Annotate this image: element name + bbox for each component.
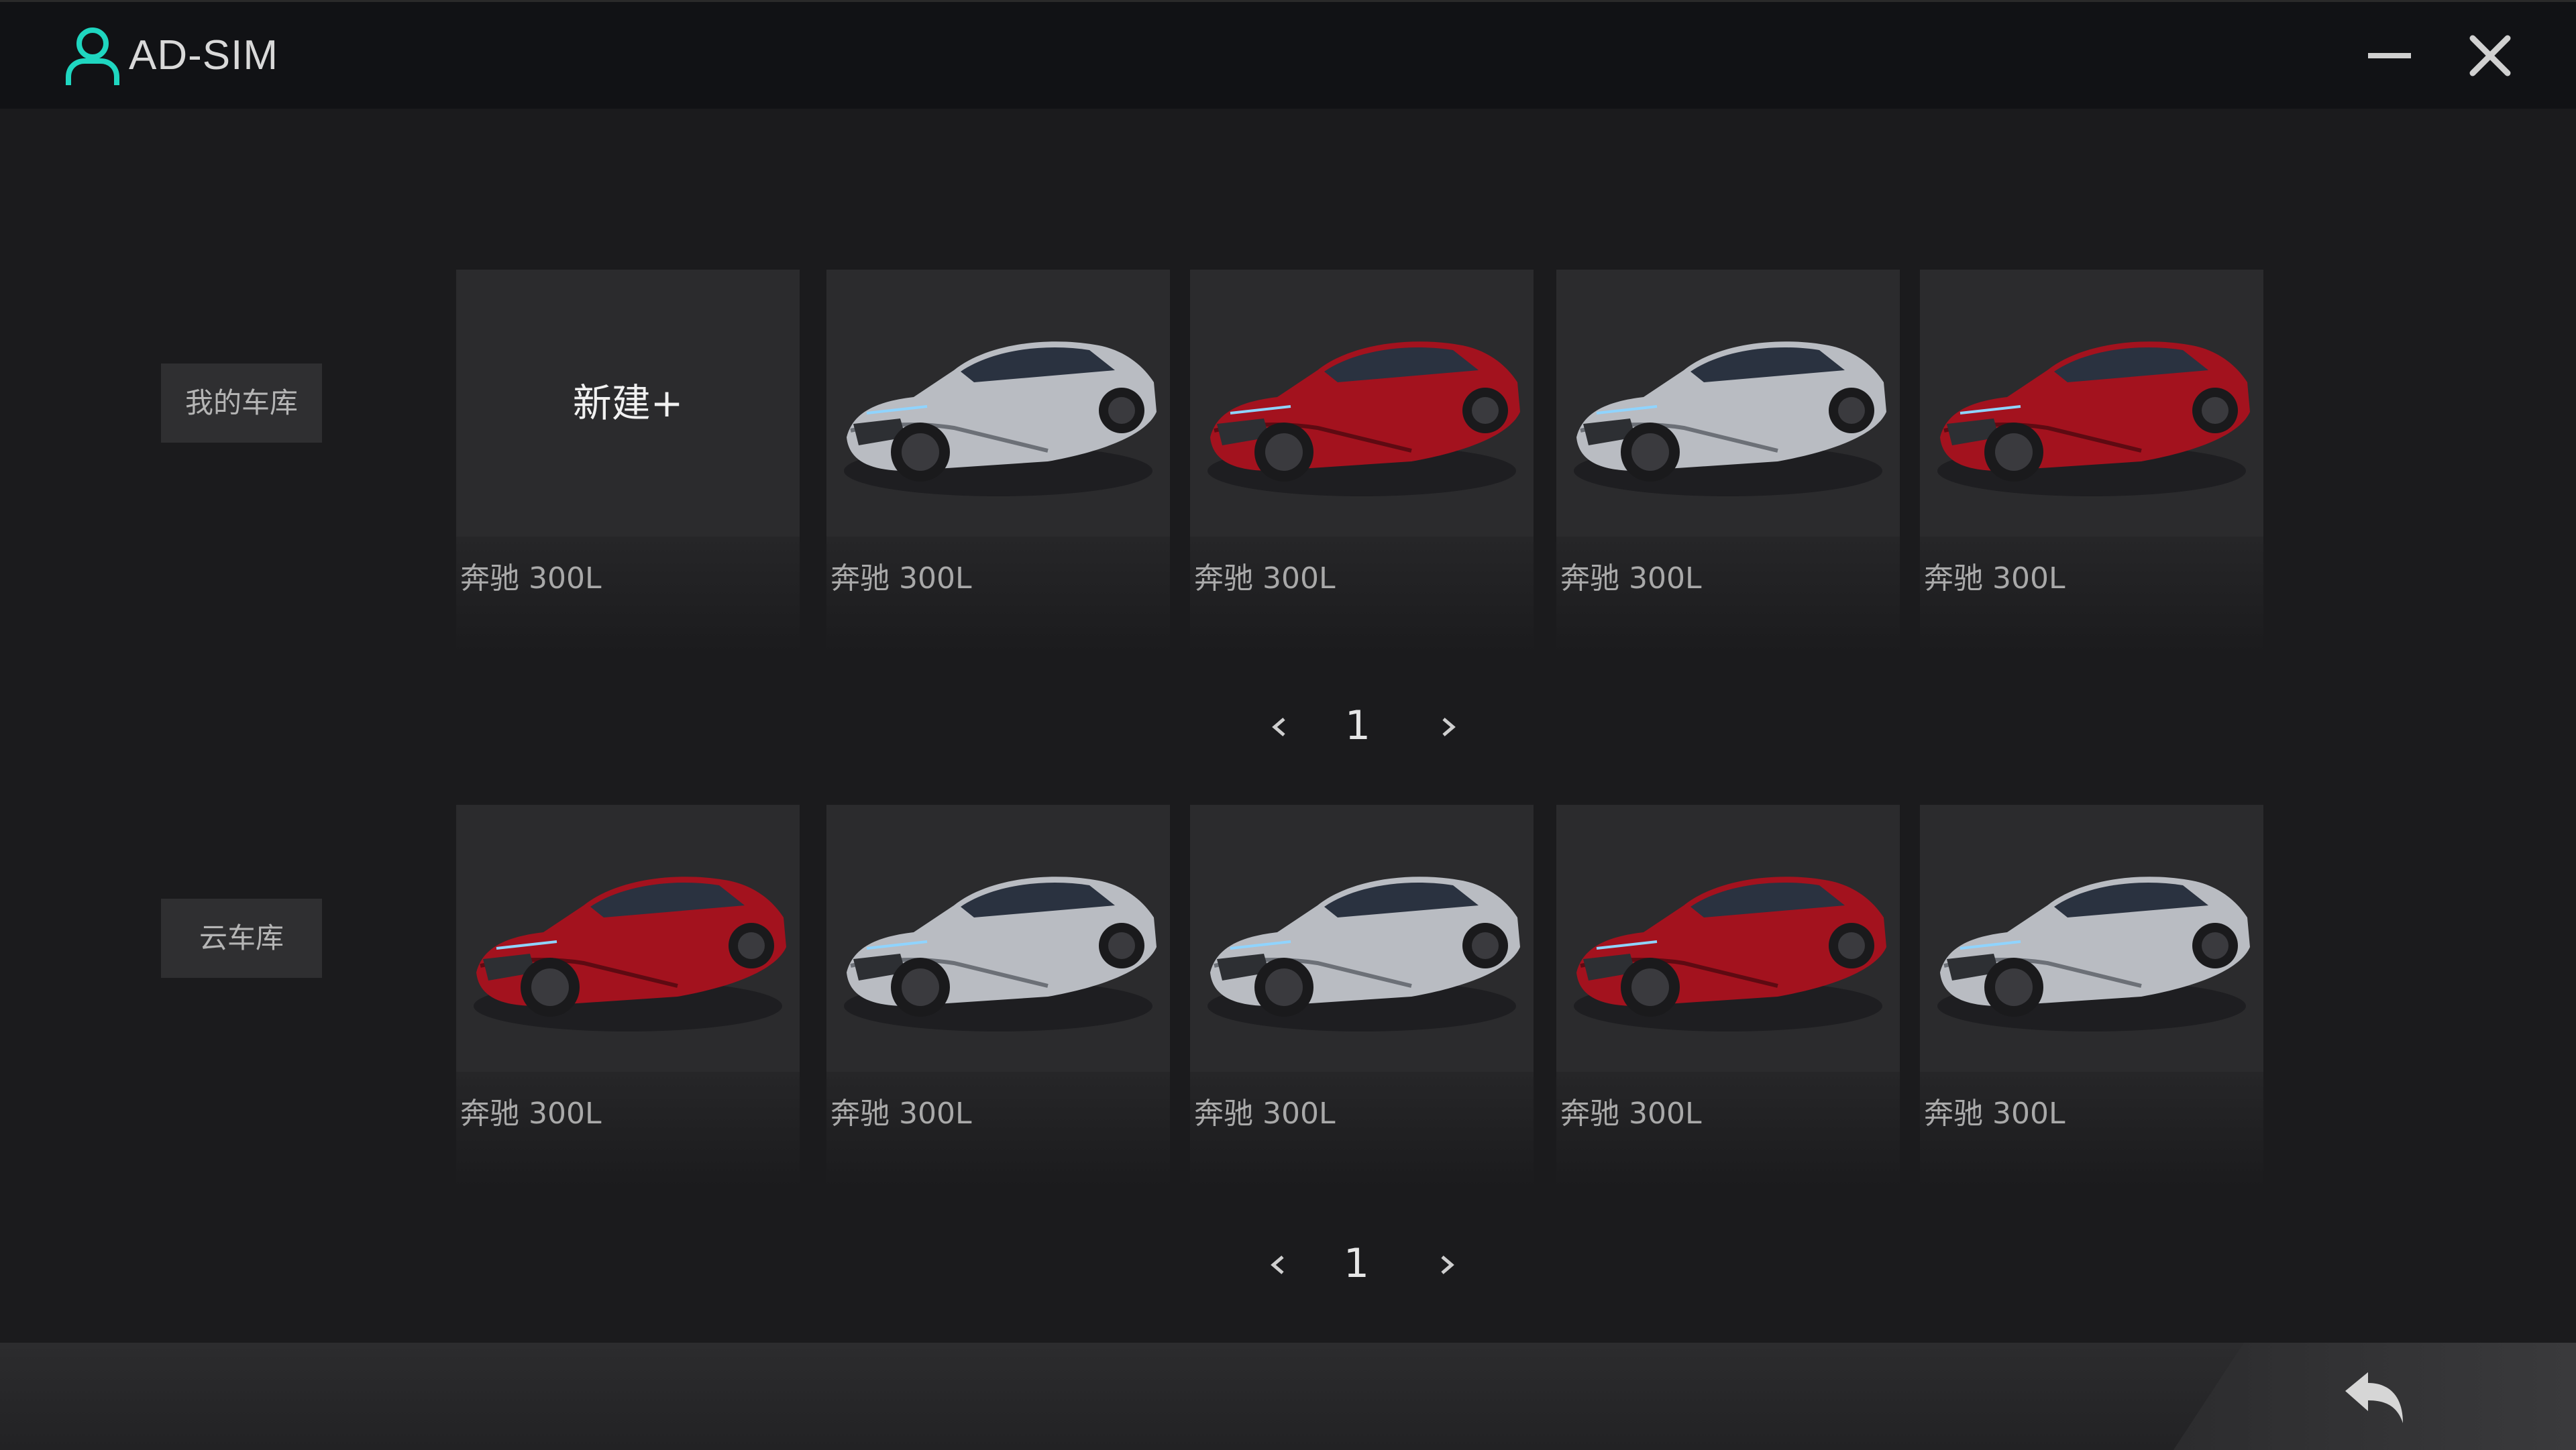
user-icon: [66, 27, 119, 85]
chevron-right-icon[interactable]: [1428, 1237, 1468, 1290]
car-image: [1208, 877, 1520, 1031]
car-image: [1574, 877, 1886, 1031]
car-card[interactable]: 奔驰 300L: [456, 805, 800, 1187]
car-name-label: 奔驰 300L: [1560, 1097, 1702, 1131]
card-thumbnail: [826, 805, 1170, 1072]
tab-cloud-garage[interactable]: 云车库: [161, 899, 322, 978]
card-footer: 奔驰 300L: [1556, 537, 1900, 652]
car-image: [474, 877, 786, 1031]
car-name-label: 奔驰 300L: [460, 561, 602, 596]
chevron-right-icon[interactable]: [1429, 699, 1469, 752]
card-thumbnail: [826, 270, 1170, 537]
car-image: [1937, 341, 2250, 496]
chevron-left-icon[interactable]: [1257, 1237, 1297, 1290]
car-image: [1574, 341, 1886, 496]
card-thumbnail: [1556, 270, 1900, 537]
car-card[interactable]: 奔驰 300L: [1920, 805, 2263, 1187]
new-car-card[interactable]: 新建+ 奔驰 300L: [456, 270, 800, 652]
car-image: [1208, 341, 1520, 496]
card-footer: 奔驰 300L: [1920, 1072, 2263, 1187]
car-name-label: 奔驰 300L: [830, 561, 972, 596]
page-number: 1: [1343, 1240, 1370, 1287]
card-thumbnail: [456, 805, 800, 1072]
card-footer: 奔驰 300L: [1920, 537, 2263, 652]
card-thumbnail: 新建+: [456, 270, 800, 537]
chevron-left-icon[interactable]: [1258, 699, 1299, 752]
card-footer: 奔驰 300L: [826, 537, 1170, 652]
title-bar: AD-SIM: [0, 0, 2576, 109]
car-name-label: 奔驰 300L: [1194, 1097, 1336, 1131]
car-card[interactable]: 奔驰 300L: [826, 270, 1170, 652]
car-image: [844, 877, 1157, 1031]
main-content: 我的车库 云车库 新建+ 奔驰 300L 奔驰 300L 奔驰 300L 奔驰 300L…: [0, 109, 2576, 1343]
cloud-garage-pager: 1: [1257, 1237, 1472, 1290]
car-card[interactable]: 奔驰 300L: [826, 805, 1170, 1187]
car-name-label: 奔驰 300L: [1560, 561, 1702, 596]
new-car-label: 新建+: [572, 380, 684, 426]
page-number: 1: [1344, 702, 1371, 749]
close-icon[interactable]: [2465, 30, 2516, 81]
minimize-icon[interactable]: [2364, 30, 2415, 81]
card-footer: 奔驰 300L: [826, 1072, 1170, 1187]
car-card[interactable]: 奔驰 300L: [1190, 805, 1534, 1187]
car-name-label: 奔驰 300L: [1924, 561, 2065, 596]
car-card[interactable]: 奔驰 300L: [1556, 270, 1900, 652]
car-image: [1937, 877, 2250, 1031]
back-arrow-icon[interactable]: [2341, 1367, 2408, 1427]
card-footer: 奔驰 300L: [456, 1072, 800, 1187]
car-card[interactable]: 奔驰 300L: [1920, 270, 2263, 652]
card-footer: 奔驰 300L: [1190, 537, 1534, 652]
card-thumbnail: [1190, 270, 1534, 537]
card-thumbnail: [1920, 270, 2263, 537]
card-thumbnail: [1190, 805, 1534, 1072]
card-thumbnail: [1556, 805, 1900, 1072]
car-card[interactable]: 奔驰 300L: [1556, 805, 1900, 1187]
card-footer: 奔驰 300L: [456, 537, 800, 652]
app-title: AD-SIM: [129, 32, 278, 78]
car-image: [844, 341, 1157, 496]
bottom-bar: [0, 1343, 2576, 1450]
card-footer: 奔驰 300L: [1190, 1072, 1534, 1187]
car-card[interactable]: 奔驰 300L: [1190, 270, 1534, 652]
card-footer: 奔驰 300L: [1556, 1072, 1900, 1187]
my-garage-pager: 1: [1258, 699, 1473, 752]
card-thumbnail: [1920, 805, 2263, 1072]
car-name-label: 奔驰 300L: [1924, 1097, 2065, 1131]
car-name-label: 奔驰 300L: [1194, 561, 1336, 596]
car-name-label: 奔驰 300L: [460, 1097, 602, 1131]
car-name-label: 奔驰 300L: [830, 1097, 972, 1131]
tab-my-garage[interactable]: 我的车库: [161, 364, 322, 443]
